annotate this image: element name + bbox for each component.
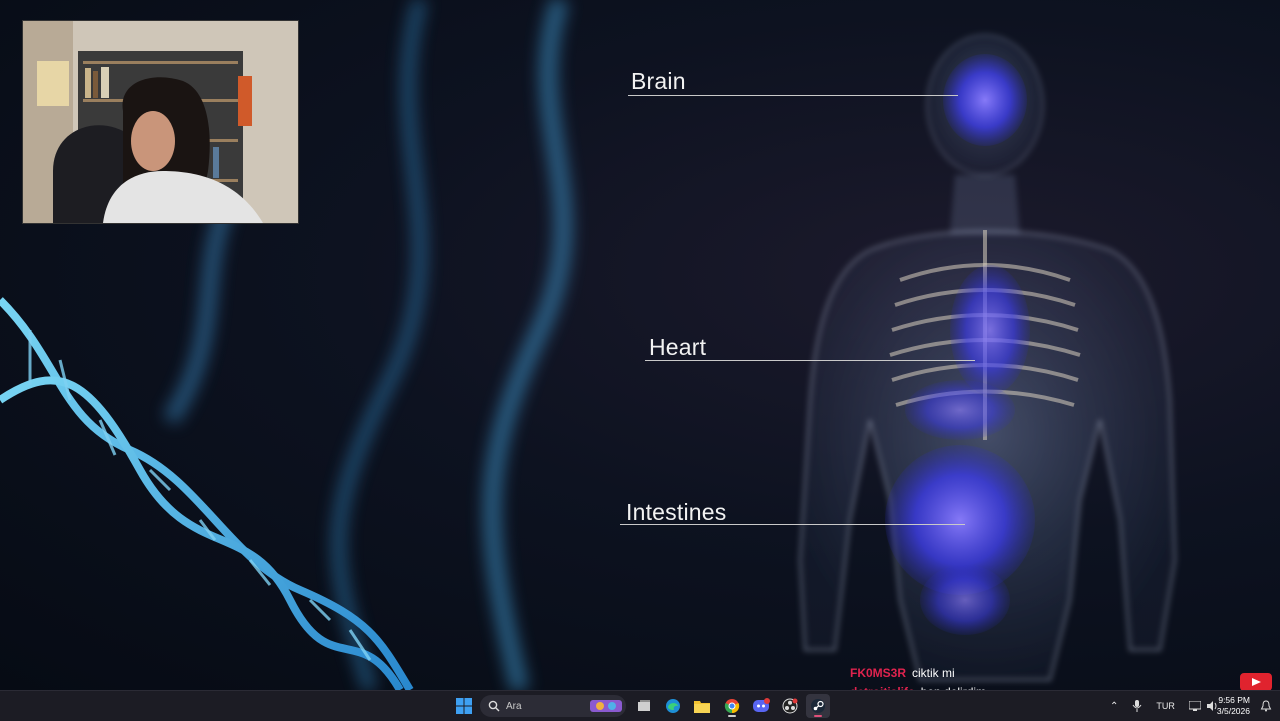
chrome-button[interactable] xyxy=(720,694,744,718)
obs-button[interactable] xyxy=(778,694,802,718)
taskbar-search[interactable]: Ara xyxy=(480,695,626,717)
edge-button[interactable] xyxy=(661,694,685,718)
chat-username: FK0MS3R xyxy=(850,666,907,680)
obs-icon xyxy=(782,698,798,714)
discord-button[interactable] xyxy=(749,694,773,718)
search-icon xyxy=(488,700,500,712)
steam-button[interactable] xyxy=(806,694,830,718)
clock-date: 3/5/2026 xyxy=(1216,706,1250,716)
windows-logo-icon xyxy=(456,698,472,714)
taskbar: Ara ⌃ TUR 9:56 PM 3/5/2026 xyxy=(0,690,1280,721)
steam-icon xyxy=(811,699,825,713)
notifications-button[interactable] xyxy=(1254,694,1278,718)
human-body xyxy=(798,34,1177,681)
notification-bell-icon xyxy=(1260,700,1272,712)
chrome-icon xyxy=(724,699,740,714)
chevron-up-icon[interactable]: ⌃ xyxy=(1110,701,1118,712)
microphone-icon[interactable] xyxy=(1132,700,1142,712)
active-indicator xyxy=(728,715,736,717)
folder-icon xyxy=(694,701,710,713)
chat-text: ciktik mi xyxy=(912,666,955,680)
intestines-label: Intestines xyxy=(626,499,727,525)
active-indicator xyxy=(814,715,822,717)
youtube-icon xyxy=(1240,673,1272,691)
task-view-icon xyxy=(638,700,650,711)
task-view-button[interactable] xyxy=(632,694,656,718)
clock-time: 9:56 PM xyxy=(1218,695,1250,705)
network-icon[interactable] xyxy=(1188,701,1201,711)
start-button[interactable] xyxy=(452,694,476,718)
brain-leader-line xyxy=(628,95,958,96)
chat-message: FK0MS3R ciktik mi xyxy=(850,664,986,683)
webcam-overlay xyxy=(22,20,299,224)
system-tray: ⌃ TUR xyxy=(1110,691,1219,721)
clock[interactable]: 9:56 PM 3/5/2026 xyxy=(1217,695,1250,717)
heart-label: Heart xyxy=(649,334,707,360)
edge-icon xyxy=(666,699,680,713)
language-indicator[interactable]: TUR xyxy=(1156,701,1175,711)
discord-icon xyxy=(753,698,770,712)
brain-label: Brain xyxy=(631,68,686,94)
search-highlight-icon xyxy=(590,700,622,712)
file-explorer-button[interactable] xyxy=(690,694,714,718)
webcam-feed xyxy=(23,21,298,223)
search-placeholder: Ara xyxy=(506,700,522,712)
